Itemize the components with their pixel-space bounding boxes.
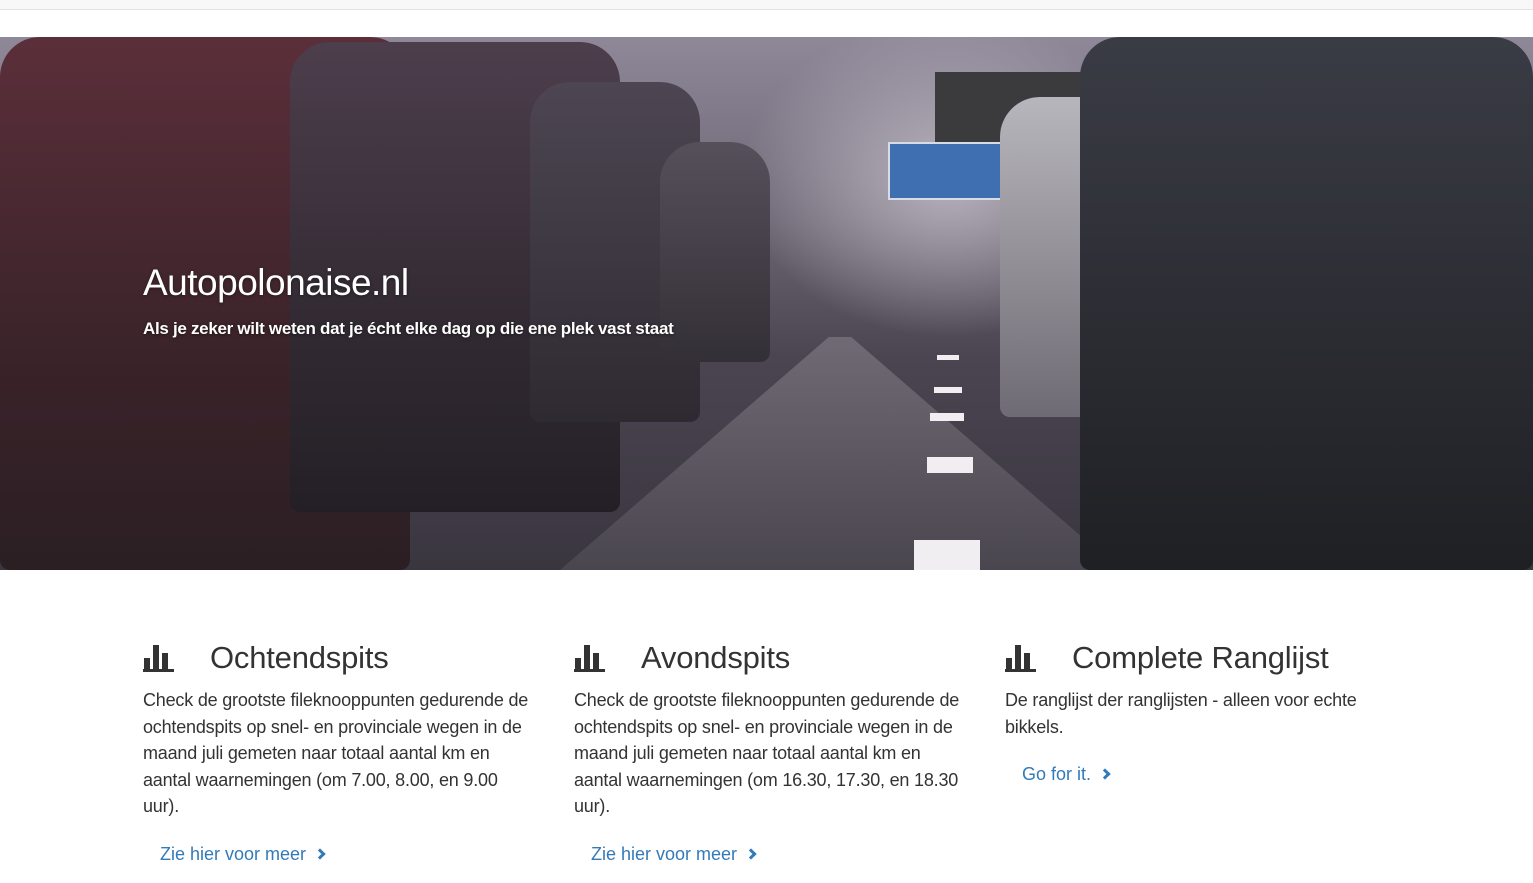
road-dash <box>927 457 973 473</box>
link-label: Zie hier voor meer <box>591 843 738 864</box>
column-title: Complete Ranglijst <box>1072 640 1329 675</box>
feature-column-ochtendspits: Ochtendspits Check de grootste fileknoop… <box>143 638 538 865</box>
column-description: Check de grootste fileknooppunten gedure… <box>143 690 529 816</box>
see-more-link[interactable]: Zie hier voor meer <box>591 843 757 865</box>
column-title: Ochtendspits <box>210 640 389 675</box>
road-dash <box>937 355 959 360</box>
bar-chart-icon <box>574 645 606 672</box>
column-description: Check de grootste fileknooppunten gedure… <box>574 690 960 816</box>
site-subtitle: Als je zeker wilt weten dat je écht elke… <box>143 319 674 338</box>
go-for-it-link[interactable]: Go for it. <box>1022 764 1111 785</box>
link-label: Go for it. <box>1022 764 1092 784</box>
hero-car-decoration <box>660 142 770 362</box>
column-heading: Complete Ranglijst <box>1005 638 1400 678</box>
feature-column-complete-ranglijst: Complete Ranglijst De ranglijst der rang… <box>1005 638 1400 785</box>
link-label: Zie hier voor meer <box>160 843 307 864</box>
hero-car-decoration <box>1080 37 1533 570</box>
column-title: Avondspits <box>641 640 791 675</box>
browser-top-bar <box>0 0 1533 10</box>
chevron-right-icon <box>1099 768 1111 780</box>
hero-banner: Autopolonaise.nl Als je zeker wilt weten… <box>0 37 1533 570</box>
feature-column-avondspits: Avondspits Check de grootste fileknooppu… <box>574 638 969 865</box>
see-more-link[interactable]: Zie hier voor meer <box>160 843 326 865</box>
bar-chart-icon <box>1005 645 1037 672</box>
road-dash <box>914 540 980 570</box>
road-dash <box>930 413 964 421</box>
bar-chart-icon <box>143 645 175 672</box>
column-description: De ranglijst der ranglijsten - alleen vo… <box>1005 690 1357 737</box>
chevron-right-icon <box>314 847 326 860</box>
road-dash <box>934 387 962 393</box>
chevron-right-icon <box>745 847 757 860</box>
column-heading: Avondspits <box>574 638 969 678</box>
site-title: Autopolonaise.nl <box>143 262 409 303</box>
column-heading: Ochtendspits <box>143 638 538 678</box>
